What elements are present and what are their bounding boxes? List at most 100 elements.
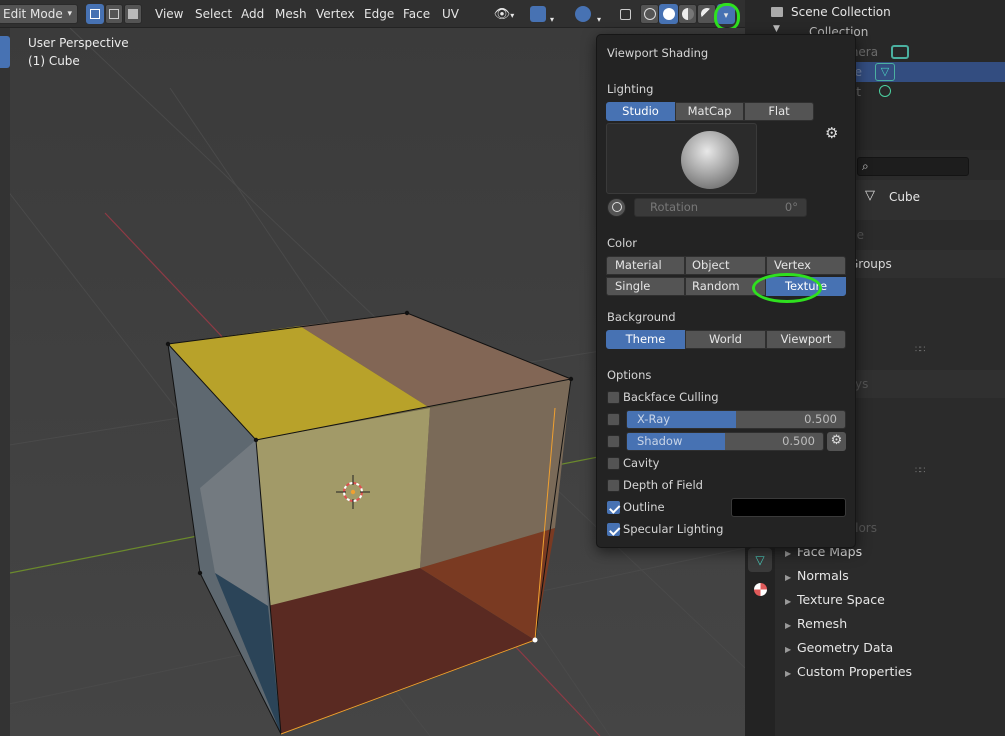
gizmo-button[interactable]: ▾ bbox=[524, 4, 560, 24]
rotation-label: Rotation bbox=[650, 200, 699, 214]
disclosure-triangle-icon: ▶ bbox=[785, 645, 792, 654]
rendered-sphere-icon bbox=[700, 8, 713, 20]
lighting-flat-button[interactable]: Flat bbox=[744, 102, 814, 121]
background-world-button[interactable]: World bbox=[685, 330, 766, 349]
preferences-gear-icon[interactable]: ⚙ bbox=[825, 124, 838, 142]
shading-wireframe-button[interactable] bbox=[640, 4, 659, 24]
light-data-icon bbox=[879, 85, 891, 97]
background-theme-button[interactable]: Theme bbox=[606, 330, 685, 349]
xray-icon bbox=[619, 9, 631, 20]
menu-mesh[interactable]: Mesh bbox=[272, 4, 310, 24]
menu-select[interactable]: Select bbox=[192, 4, 235, 24]
outline-checkbox[interactable] bbox=[607, 501, 620, 514]
panel-label: Custom Properties bbox=[797, 664, 913, 679]
outline-label: Outline bbox=[623, 500, 665, 514]
specular-lighting-checkbox[interactable] bbox=[607, 523, 620, 536]
chevron-down-icon: ▾ bbox=[67, 9, 72, 19]
xray-value: 0.500 bbox=[804, 412, 837, 426]
select-tool-button[interactable] bbox=[0, 36, 10, 68]
color-vertex-button[interactable]: Vertex bbox=[766, 256, 846, 275]
preview-sphere bbox=[681, 131, 739, 189]
wireframe-sphere-icon bbox=[643, 8, 656, 20]
panel-remesh[interactable]: ▶ Remesh bbox=[785, 613, 847, 635]
cavity-checkbox[interactable] bbox=[607, 457, 620, 470]
xray-checkbox[interactable] bbox=[607, 413, 620, 426]
menu-vertex[interactable]: Vertex bbox=[313, 4, 358, 24]
resize-grip-icon[interactable]: ∷∷ bbox=[915, 466, 926, 476]
annotation-circle bbox=[752, 273, 822, 303]
panel-label: Remesh bbox=[797, 616, 848, 631]
mesh-data-tab[interactable]: ▽ bbox=[748, 548, 772, 572]
properties-search-field[interactable]: ⌕ bbox=[857, 157, 969, 176]
color-object-button[interactable]: Object bbox=[685, 256, 766, 275]
edge-select-button[interactable] bbox=[105, 4, 123, 24]
view-name-label: User Perspective bbox=[28, 36, 129, 50]
disclosure-triangle-icon: ▶ bbox=[785, 597, 792, 606]
backface-culling-checkbox[interactable] bbox=[607, 391, 620, 404]
visibility-button[interactable]: 👁▾ bbox=[488, 4, 520, 24]
panel-texture-space[interactable]: ▶ Texture Space bbox=[785, 589, 885, 611]
shadow-settings-gear-icon[interactable]: ⚙ bbox=[827, 432, 846, 451]
resize-grip-icon[interactable]: ∷∷ bbox=[915, 345, 926, 355]
vertex-select-icon bbox=[90, 9, 100, 19]
overlays-icon bbox=[574, 6, 591, 22]
annotation-circle bbox=[714, 3, 740, 31]
color-heading: Color bbox=[607, 236, 638, 250]
popover-title: Viewport Shading bbox=[607, 46, 709, 60]
panel-label: Geometry Data bbox=[797, 640, 894, 655]
xray-toggle-button[interactable] bbox=[616, 4, 634, 24]
material-tab[interactable] bbox=[748, 578, 772, 602]
viewport-header: Edit Mode ▾ View Select Add Mesh Vertex … bbox=[0, 0, 745, 31]
vertex-select-button[interactable] bbox=[86, 4, 104, 24]
material-sphere-icon bbox=[681, 8, 694, 20]
menu-edge[interactable]: Edge bbox=[361, 4, 397, 24]
mesh-name-label: Cube bbox=[889, 190, 920, 204]
studio-light-preview[interactable] bbox=[606, 123, 757, 194]
panel-geometry-data[interactable]: ▶ Geometry Data bbox=[785, 637, 893, 659]
depth-of-field-label: Depth of Field bbox=[623, 478, 703, 492]
gizmo-icon bbox=[529, 6, 546, 22]
background-heading: Background bbox=[607, 310, 676, 324]
specular-lighting-label: Specular Lighting bbox=[623, 522, 724, 536]
cavity-label: Cavity bbox=[623, 456, 660, 470]
disclosure-triangle-icon: ▶ bbox=[785, 573, 792, 582]
outliner-row-scene-collection[interactable]: Scene Collection bbox=[745, 2, 1005, 22]
panel-custom-properties[interactable]: ▶ Custom Properties bbox=[785, 661, 912, 683]
face-select-button[interactable] bbox=[124, 4, 142, 24]
left-toolbar bbox=[0, 28, 10, 736]
shading-material-button[interactable] bbox=[678, 4, 697, 24]
depth-of-field-checkbox[interactable] bbox=[607, 479, 620, 492]
background-viewport-button[interactable]: Viewport bbox=[766, 330, 846, 349]
backface-culling-label: Backface Culling bbox=[623, 390, 719, 404]
mesh-name-icon: ▽ bbox=[865, 188, 875, 203]
xray-alpha-slider[interactable]: X-Ray 0.500 bbox=[626, 410, 846, 429]
color-single-button[interactable]: Single bbox=[606, 277, 685, 296]
outline-color-swatch[interactable] bbox=[731, 498, 846, 517]
options-heading: Options bbox=[607, 368, 652, 382]
menu-add[interactable]: Add bbox=[238, 4, 267, 24]
lighting-studio-button[interactable]: Studio bbox=[606, 102, 675, 121]
panel-normals[interactable]: ▶ Normals bbox=[785, 565, 849, 587]
rotation-slider[interactable]: Rotation 0° bbox=[634, 198, 807, 217]
solid-sphere-icon bbox=[662, 8, 675, 20]
mode-label: Edit Mode bbox=[3, 7, 63, 21]
menu-uv[interactable]: UV bbox=[439, 4, 462, 24]
shading-solid-button[interactable] bbox=[659, 4, 678, 24]
edge-select-icon bbox=[109, 9, 119, 19]
collection-box-icon bbox=[771, 7, 783, 17]
menu-view[interactable]: View bbox=[152, 4, 186, 24]
lighting-matcap-button[interactable]: MatCap bbox=[675, 102, 744, 121]
disclosure-triangle-icon: ▶ bbox=[785, 621, 792, 630]
chevron-down-icon: ▾ bbox=[510, 11, 515, 20]
world-space-lighting-button[interactable] bbox=[607, 198, 626, 217]
mode-dropdown[interactable]: Edit Mode ▾ bbox=[0, 4, 78, 24]
face-select-icon bbox=[128, 9, 138, 19]
shadow-intensity-slider[interactable]: Shadow 0.500 bbox=[626, 432, 824, 451]
color-material-button[interactable]: Material bbox=[606, 256, 685, 275]
menu-face[interactable]: Face bbox=[400, 4, 433, 24]
chevron-down-icon: ▾ bbox=[549, 15, 554, 24]
viewport-shading-popover: Viewport Shading Lighting Studio MatCap … bbox=[596, 34, 856, 548]
shadow-checkbox[interactable] bbox=[607, 435, 620, 448]
xray-label: X-Ray bbox=[637, 412, 671, 426]
overlays-button[interactable]: ▾ bbox=[568, 4, 608, 24]
